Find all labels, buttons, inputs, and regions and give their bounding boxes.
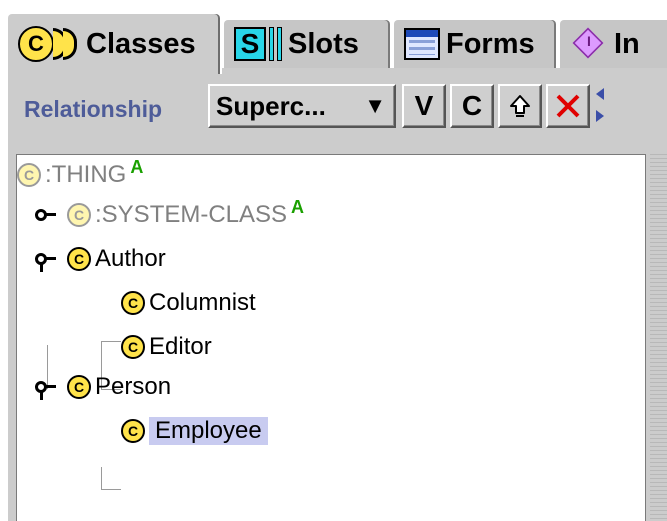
tree-node-system-class[interactable]: C :SYSTEM-CLASS A — [67, 195, 304, 235]
class-icon: C — [121, 335, 145, 359]
class-icon: C — [67, 375, 91, 399]
tree-node-label: :SYSTEM-CLASS — [95, 201, 288, 228]
move-up-button[interactable] — [498, 84, 542, 128]
arrow-right-icon — [596, 110, 604, 122]
forms-icon — [404, 28, 440, 60]
expand-handle-expanded-icon[interactable] — [35, 249, 56, 272]
tree-node-person[interactable]: C Person — [67, 367, 171, 407]
relationship-label: Relationship — [24, 96, 163, 122]
class-icon: C — [67, 247, 91, 271]
tab-slots[interactable]: S Slots — [222, 18, 392, 68]
tree-node-label: Employee — [149, 417, 268, 445]
abstract-badge: A — [291, 197, 305, 217]
classes-icon: C — [18, 26, 80, 62]
move-up-icon — [510, 95, 530, 117]
delete-class-button[interactable] — [546, 84, 590, 128]
tab-instances[interactable]: I In — [558, 18, 667, 68]
instances-icon: I — [570, 27, 608, 59]
tree-connector — [101, 467, 102, 489]
tree-connector — [101, 341, 121, 342]
toolbar-scroll-arrows[interactable] — [596, 84, 606, 128]
delete-icon — [556, 94, 580, 118]
tree-node-label: Editor — [149, 333, 212, 360]
tab-strip: C Classes S Slots Forms I In — [0, 0, 667, 74]
class-icon: C — [17, 163, 41, 187]
expand-handle-expanded-icon[interactable] — [35, 377, 56, 400]
slots-icon: S — [234, 26, 282, 62]
tree-node-editor[interactable]: C Editor — [121, 327, 212, 367]
class-tree[interactable]: C :THING A C :SYSTEM-CLASS A C Author C … — [16, 154, 646, 521]
relationship-dropdown[interactable]: Superc... ▼ — [208, 84, 396, 128]
create-button-label: C — [461, 90, 483, 121]
abstract-badge: A — [130, 157, 144, 177]
dropdown-arrow-icon: ▼ — [364, 93, 386, 118]
tree-node-author[interactable]: C Author — [67, 239, 166, 279]
tree-connector — [101, 489, 121, 490]
tree-node-label: Author — [95, 245, 166, 272]
class-icon: C — [121, 419, 145, 443]
tab-instances-label: In — [614, 27, 640, 60]
classes-panel: Relationship Superc... ▼ V C C:THING A … — [6, 68, 667, 521]
splitter-grip[interactable] — [650, 154, 667, 521]
tree-node-thing[interactable]: C :THING A — [17, 155, 143, 195]
create-class-button[interactable]: C — [450, 84, 494, 128]
view-class-button[interactable]: V — [402, 84, 446, 128]
arrow-left-icon — [596, 88, 604, 100]
tab-forms[interactable]: Forms — [392, 18, 558, 68]
class-toolbar: Relationship Superc... ▼ V C — [8, 84, 667, 128]
relationship-value: Superc... — [216, 90, 326, 121]
class-icon: C — [121, 291, 145, 315]
tree-node-label: Columnist — [149, 289, 256, 316]
tab-forms-label: Forms — [446, 27, 535, 60]
expand-handle-collapsed-icon[interactable] — [35, 205, 56, 225]
tree-node-label: Person — [95, 373, 172, 400]
tab-classes-label: Classes — [86, 27, 196, 60]
tree-node-employee[interactable]: C Employee — [121, 411, 268, 451]
class-icon: C — [67, 203, 91, 227]
tree-node-columnist[interactable]: C Columnist — [121, 283, 256, 323]
view-button-label: V — [414, 90, 434, 121]
tree-node-label: :THING — [45, 161, 127, 188]
tab-slots-label: Slots — [288, 27, 359, 60]
tab-classes[interactable]: C Classes — [6, 12, 222, 74]
